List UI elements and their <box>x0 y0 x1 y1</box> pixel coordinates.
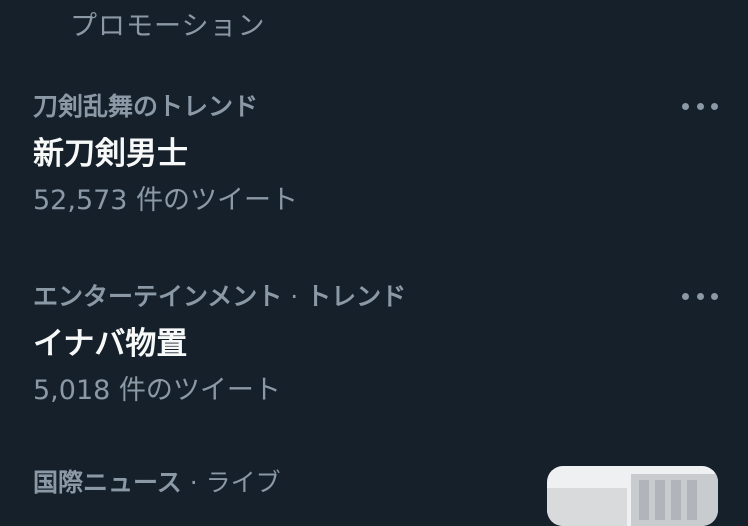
trend-item-1[interactable]: 刀剣乱舞のトレンド 新刀剣男士 52,573 件のツイート <box>33 90 718 220</box>
trend-title: イナバ物置 <box>33 326 188 362</box>
more-horizontal-icon[interactable] <box>682 94 718 118</box>
more-horizontal-icon[interactable] <box>682 284 718 308</box>
trend-category: エンターテインメント <box>33 282 283 311</box>
trend-context-suffix: トレンド <box>306 282 407 311</box>
trend-item-2[interactable]: エンターテインメント · トレンド イナバ物置 5,018 件のツイート <box>33 280 718 410</box>
trend-context-suffix: ライブ <box>205 468 281 497</box>
context-separator: · <box>181 468 206 497</box>
trend-context: エンターテインメント · トレンド <box>33 280 718 314</box>
news-thumbnail-image[interactable] <box>547 466 718 526</box>
trend-title: 新刀剣男士 <box>33 136 188 172</box>
trend-category: 刀剣乱舞のトレンド <box>33 92 259 121</box>
trend-context: 刀剣乱舞のトレンド <box>33 90 718 124</box>
trend-category: 国際ニュース <box>33 468 182 497</box>
trend-item-3[interactable]: 国際ニュース · ライブ <box>33 466 538 500</box>
trend-context-suffix-group: · ライブ <box>182 468 281 497</box>
promotion-label: プロモーション <box>70 11 266 42</box>
tweet-count: 5,018 件のツイート <box>33 375 281 406</box>
context-separator: · <box>282 282 307 311</box>
trend-context: 国際ニュース · ライブ <box>33 466 538 500</box>
tweet-count: 52,573 件のツイート <box>33 185 299 216</box>
